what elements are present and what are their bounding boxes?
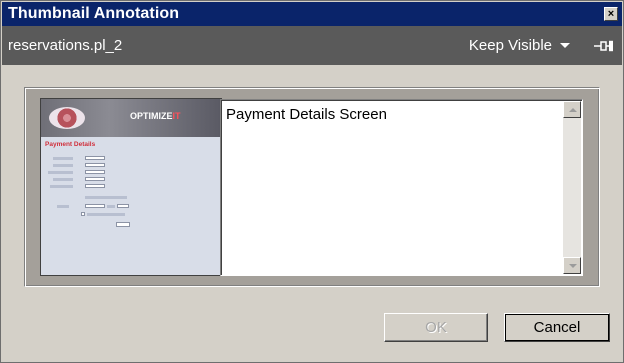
close-button[interactable]: × [604, 7, 618, 21]
thumbnail-form-button [116, 222, 130, 227]
caret-down-icon [560, 43, 570, 48]
thumbnail-form-label [107, 205, 115, 208]
title-bar: Thumbnail Annotation × [2, 2, 622, 26]
keep-visible-label: Keep Visible [468, 37, 552, 54]
thumbnail-annotation-window: Thumbnail Annotation × reservations.pl_2… [0, 0, 624, 363]
keep-visible-dropdown[interactable]: Keep Visible [469, 37, 570, 54]
thumbnail-form-field [117, 204, 129, 208]
thumbnail-form-field [85, 177, 105, 181]
window-title: Thumbnail Annotation [8, 5, 180, 22]
thumbnail-form-field [85, 156, 105, 160]
pin-icon[interactable] [594, 40, 616, 52]
thumbnail-form-label [53, 157, 73, 160]
thumbnail-form-field [85, 163, 105, 167]
document-name: reservations.pl_2 [8, 37, 123, 54]
thumbnail-banner: OPTIMIZEIT [41, 99, 221, 137]
thumbnail-logo-icon [49, 107, 85, 129]
thumbnail-form-field [85, 204, 105, 208]
cancel-button[interactable]: Cancel [504, 313, 610, 342]
thumbnail-form-label [53, 178, 73, 181]
thumbnail-form-label [50, 185, 73, 188]
thumbnail-form-checkbox [81, 212, 85, 216]
thumbnail-form-field [85, 184, 105, 188]
thumbnail-form-field [85, 170, 105, 174]
thumbnail-page-heading: Payment Details [45, 141, 96, 148]
arrow-down-icon [569, 264, 577, 268]
thumbnail-brand-main: OPTIMIZE [130, 111, 173, 121]
annotation-text: Payment Details Screen [226, 106, 387, 123]
close-icon: × [607, 8, 615, 20]
thumbnail-brand: OPTIMIZEIT [130, 111, 181, 121]
annotation-text-area[interactable]: Payment Details Screen [220, 99, 583, 276]
ok-button[interactable]: OK [384, 313, 488, 342]
thumbnail-form-label [53, 164, 73, 167]
scroll-up-button[interactable] [563, 101, 581, 118]
vertical-scrollbar[interactable] [563, 101, 581, 274]
screen-thumbnail: OPTIMIZEIT Payment Details [40, 98, 222, 276]
thumbnail-form-text [87, 213, 125, 216]
thumbnail-brand-accent: IT [172, 111, 181, 121]
annotation-content-area: OPTIMIZEIT Payment Details Payment Detai… [24, 87, 600, 287]
document-header: reservations.pl_2 Keep Visible [2, 26, 622, 65]
thumbnail-form-text [85, 196, 127, 199]
thumbnail-form-label [48, 171, 73, 174]
thumbnail-form-label [57, 205, 69, 208]
scroll-down-button[interactable] [563, 257, 581, 274]
arrow-up-icon [569, 108, 577, 112]
